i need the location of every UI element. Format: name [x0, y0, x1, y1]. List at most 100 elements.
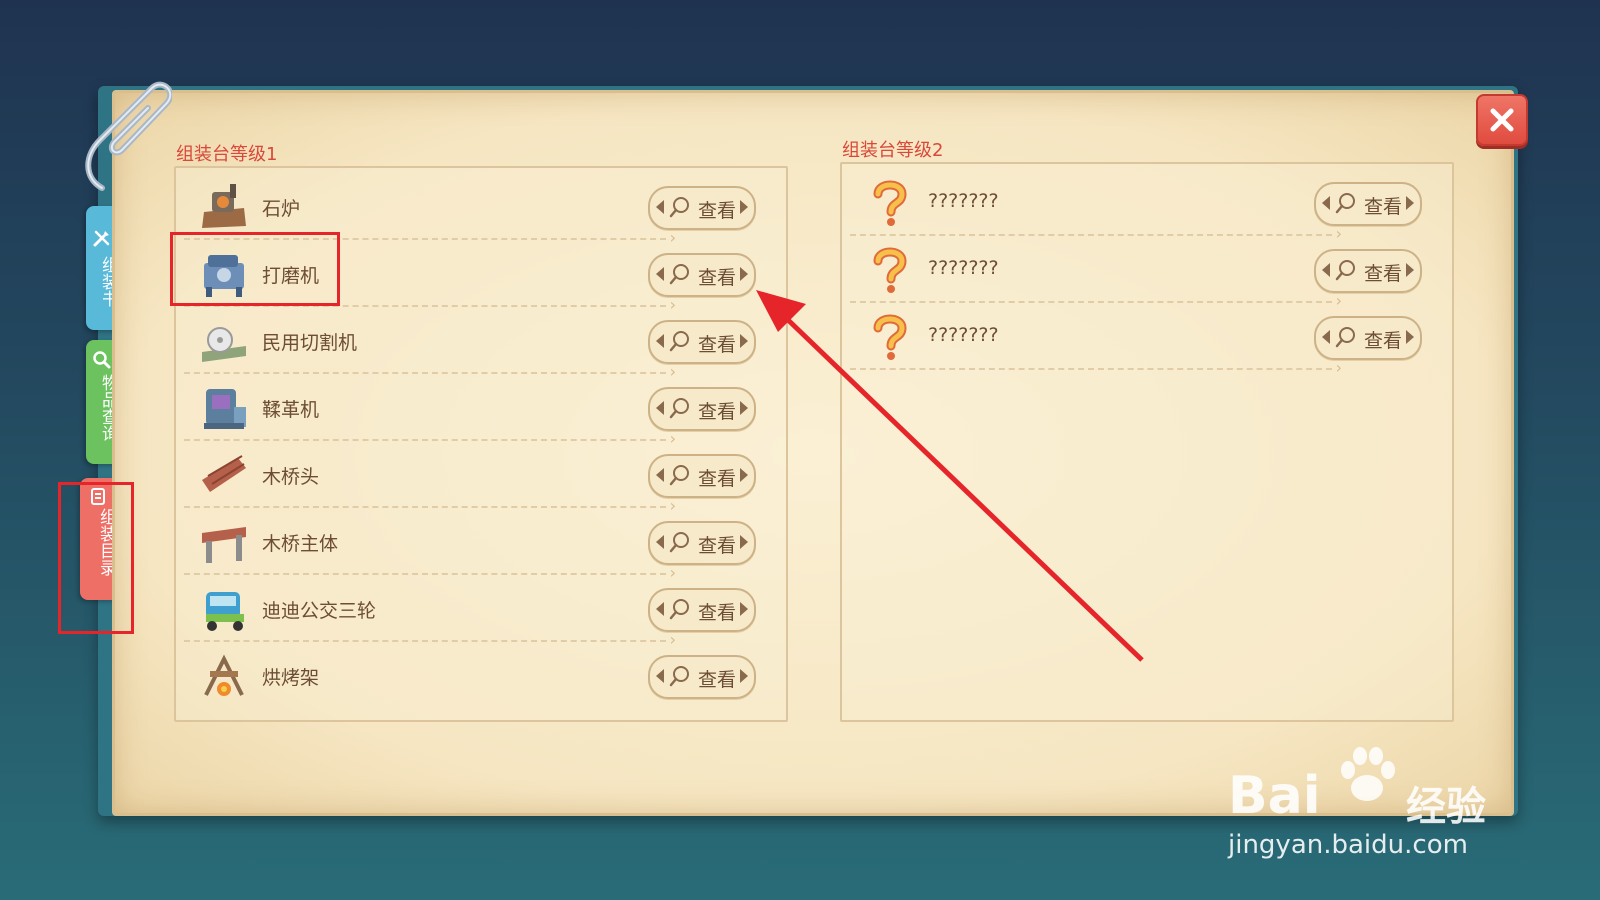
right-item-list: ??????? 查看 ??????? 查看 ??????? [840, 162, 1454, 722]
item-name: 木桥主体 [262, 533, 339, 555]
magnifier-icon [669, 666, 689, 687]
arrow-left-icon [656, 468, 664, 482]
arrow-right-icon [740, 334, 748, 348]
arrow-left-icon [656, 669, 664, 683]
magnifier-icon [669, 398, 689, 419]
highlight-box-item [170, 232, 340, 306]
wooden-bridge-head-icon [202, 455, 246, 492]
view-button-label: 查看 [698, 401, 737, 423]
watermark-brand: Bai [1228, 766, 1321, 826]
view-button-label: 查看 [698, 535, 737, 557]
tanning-machine-icon [204, 389, 246, 429]
question-mark-icon [873, 180, 907, 226]
list-item: 鞣革机 查看 [176, 373, 786, 448]
arrow-left-icon [656, 401, 664, 415]
view-button[interactable]: 查看 [648, 320, 756, 364]
view-button-label: 查看 [698, 267, 737, 289]
list-item: 迪迪公交三轮 查看 [176, 574, 786, 649]
magnifier-icon [669, 465, 689, 486]
wooden-bridge-body-icon [202, 527, 246, 563]
view-button-label: 查看 [698, 602, 737, 624]
watermark-url: jingyan.baidu.com [1228, 830, 1468, 860]
arrow-right-icon [740, 468, 748, 482]
view-button-label: 查看 [698, 669, 737, 691]
search-icon [93, 351, 111, 369]
magnifier-icon [669, 197, 689, 218]
watermark: Bai 经验 jingyan.baidu.com [1228, 747, 1528, 862]
arrow-right-icon [740, 267, 748, 281]
magnifier-icon [1335, 327, 1355, 348]
item-name: ??????? [928, 190, 999, 212]
view-button-label: 查看 [698, 200, 737, 222]
arrow-right-icon [740, 535, 748, 549]
view-button[interactable]: 查看 [648, 454, 756, 498]
view-button[interactable]: 查看 [648, 655, 756, 699]
list-item: 烘烤架 查看 [176, 641, 786, 709]
list-item: ??????? 查看 [842, 302, 1452, 377]
row-divider [850, 358, 1342, 377]
arrow-right-icon [740, 602, 748, 616]
magnifier-icon [1335, 193, 1355, 214]
arrow-right-icon [1406, 263, 1414, 277]
item-name: 迪迪公交三轮 [262, 600, 377, 622]
arrow-left-icon [656, 334, 664, 348]
item-name: 烘烤架 [262, 667, 320, 689]
list-item: 民用切割机 查看 [176, 306, 786, 381]
arrow-right-icon [740, 669, 748, 683]
view-button[interactable]: 查看 [648, 588, 756, 632]
paw-logo-icon [1341, 747, 1395, 801]
item-name: 石炉 [262, 198, 301, 220]
arrow-left-icon [1322, 330, 1330, 344]
highlight-box-tab [58, 482, 134, 634]
magnifier-icon [669, 264, 689, 285]
view-button[interactable]: 查看 [648, 387, 756, 431]
arrow-right-icon [1406, 330, 1414, 344]
item-name: ??????? [928, 324, 999, 346]
close-icon [1490, 108, 1514, 132]
view-button[interactable]: 查看 [1314, 182, 1422, 226]
question-mark-icon [873, 314, 907, 360]
arrow-left-icon [656, 267, 664, 281]
view-button-label: 查看 [1364, 196, 1403, 218]
arrow-right-icon [740, 401, 748, 415]
watermark-brand-suffix: 经验 [1406, 784, 1486, 830]
list-item: ??????? 查看 [842, 168, 1452, 243]
view-button-label: 查看 [1364, 330, 1403, 352]
view-button[interactable]: 查看 [648, 521, 756, 565]
item-name: ??????? [928, 257, 999, 279]
close-button[interactable] [1476, 94, 1528, 146]
view-button[interactable]: 查看 [648, 253, 756, 297]
arrow-left-icon [656, 535, 664, 549]
item-name: 鞣革机 [262, 399, 320, 421]
view-button[interactable]: 查看 [1314, 249, 1422, 293]
magnifier-icon [669, 331, 689, 352]
stone-furnace-icon [202, 184, 246, 228]
arrow-left-icon [1322, 196, 1330, 210]
view-button-label: 查看 [1364, 263, 1403, 285]
arrow-right-icon [1406, 196, 1414, 210]
arrow-left-icon [656, 602, 664, 616]
item-name: 木桥头 [262, 466, 320, 488]
list-item: ??????? 查看 [842, 235, 1452, 310]
tools-icon [93, 230, 110, 247]
view-button-label: 查看 [698, 334, 737, 356]
arrow-left-icon [656, 200, 664, 214]
paperclip-icon [85, 81, 172, 191]
item-name: 民用切割机 [262, 332, 358, 354]
cutting-machine-icon [202, 327, 246, 362]
tricycle-bus-icon [206, 592, 244, 631]
view-button[interactable]: 查看 [648, 186, 756, 230]
view-button-label: 查看 [698, 468, 737, 490]
arrow-left-icon [1322, 263, 1330, 277]
list-item: 石炉 查看 [176, 172, 786, 247]
list-item: 木桥主体 查看 [176, 507, 786, 582]
question-mark-icon [873, 247, 907, 293]
right-panel-title: 组装台等级2 [842, 140, 944, 161]
magnifier-icon [669, 599, 689, 620]
magnifier-icon [1335, 260, 1355, 281]
view-button[interactable]: 查看 [1314, 316, 1422, 360]
magnifier-icon [669, 532, 689, 553]
list-item: 木桥头 查看 [176, 440, 786, 515]
baking-rack-icon [204, 654, 244, 696]
left-panel-title: 组装台等级1 [176, 144, 278, 165]
